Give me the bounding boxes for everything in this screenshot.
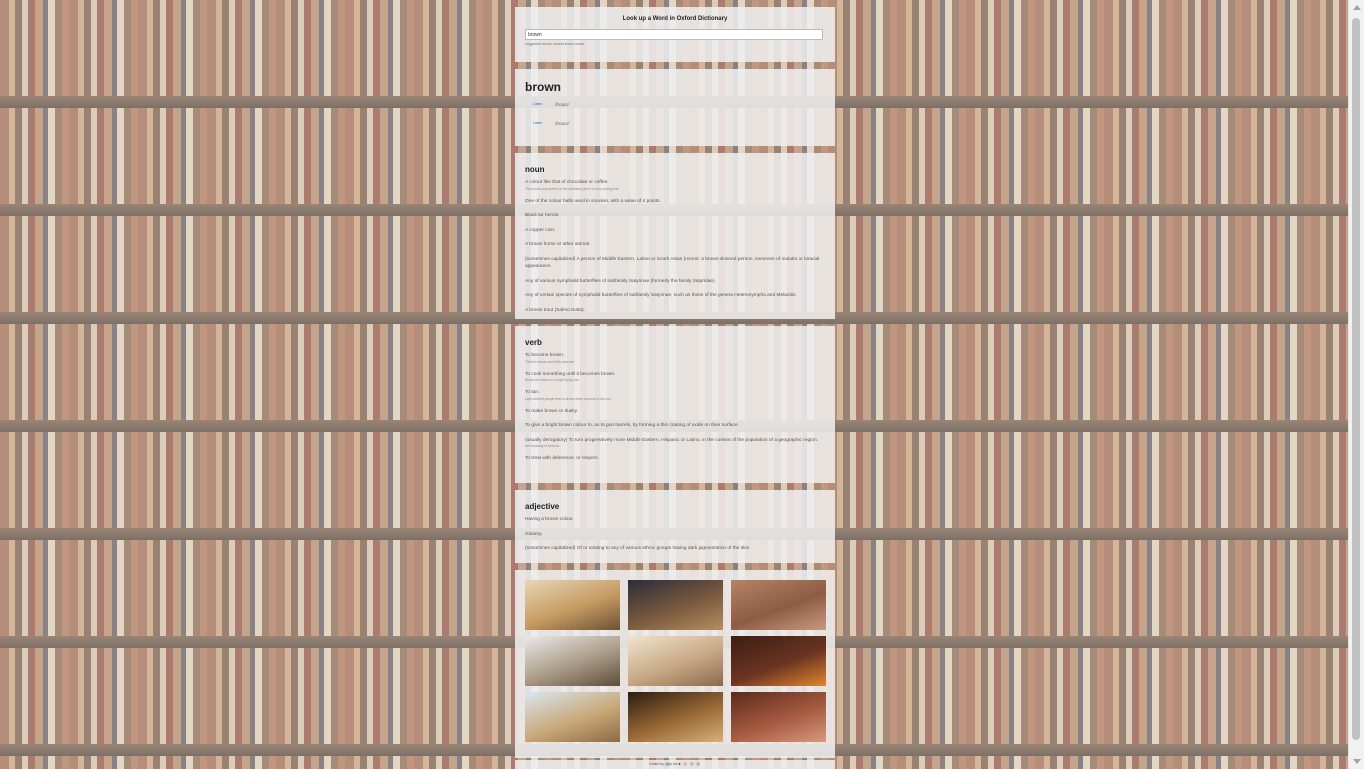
word-card: brown Listen /braʊn/ Listen /braʊn/ xyxy=(515,69,835,146)
definition-text: To tan. xyxy=(525,390,540,395)
social-icons[interactable]: ♣ ⓒ ⓞ ▣ xyxy=(678,762,701,766)
photo-pampas-grass[interactable] xyxy=(525,692,620,742)
dictionary-app: Look up a Word in Oxford Dictionary sugg… xyxy=(515,7,835,769)
definition-item: A brown horse or other animal. xyxy=(525,241,825,249)
definition-example: The browns and greens of the woodland gi… xyxy=(525,186,620,191)
definition-item: (usually derogatory) To turn progressive… xyxy=(525,437,825,449)
photo-dry-grass[interactable] xyxy=(525,636,620,686)
definition-item: A colour like that of chocolate or coffe… xyxy=(525,179,825,191)
phonetic-text: /braʊn/ xyxy=(555,120,570,126)
photo-feather[interactable] xyxy=(628,636,723,686)
search-input[interactable] xyxy=(525,29,823,40)
scrollbar-thumb[interactable] xyxy=(1352,18,1360,740)
definition-text: Black tar heroin. xyxy=(525,213,560,218)
definition-text: To cook something until it becomes brown… xyxy=(525,371,616,377)
pos-title-verb: verb xyxy=(525,338,542,347)
definition-example: the browning of America xyxy=(525,444,560,448)
definition-item: To treat with deference; or respect. xyxy=(525,455,825,463)
definition-item: Any of certain species of nymphalid butt… xyxy=(525,292,825,300)
suggested-words: suggested words: sunset,flower,ocean xyxy=(525,42,585,46)
definition-text: A colour like that of chocolate or coffe… xyxy=(525,180,609,185)
noun-card: noun A colour like that of chocolate or … xyxy=(515,153,835,319)
photo-lantern[interactable] xyxy=(731,636,826,686)
definition-text: (sometimes capitalized) Of or relating t… xyxy=(525,546,751,551)
page-scrollbar[interactable] xyxy=(1348,0,1364,769)
definition-item: To tan. Light skinned people tend to bro… xyxy=(525,389,825,401)
pos-title-adjective: adjective xyxy=(525,502,560,511)
definition-example: Brown the onions in a large frying pan. xyxy=(525,378,580,382)
definition-text: Having a brown colour. xyxy=(525,517,574,522)
definition-item: To become brown. The tree leaves and fru… xyxy=(525,352,825,364)
definition-item: A copper coin. xyxy=(525,227,825,235)
footer: Coded by @jjs cfx ♣ ⓒ ⓞ ▣ xyxy=(515,760,835,769)
definition-text: Any of various nymphalid butterflies of … xyxy=(525,278,716,284)
definition-item: A brown trout (Salmo trutta). xyxy=(525,307,825,315)
scroll-down-arrow-icon[interactable] xyxy=(1353,759,1361,764)
definition-item: To cook something until it becomes brown… xyxy=(525,371,825,383)
definition-item: To give a bright brown colour to, as to … xyxy=(525,422,825,430)
definition-text: (sometimes capitalized) A person of Midd… xyxy=(525,256,820,270)
definition-text: A brown trout (Salmo trutta). xyxy=(525,307,585,313)
photo-wood-texture[interactable] xyxy=(731,580,826,630)
photo-hills-sunset[interactable] xyxy=(525,580,620,630)
word-title: brown xyxy=(525,80,561,94)
definition-item: (sometimes capitalized) Of or relating t… xyxy=(525,545,825,553)
definition-item: To make brown or dusky. xyxy=(525,408,825,416)
definition-text: To make brown or dusky. xyxy=(525,408,578,414)
adjective-card: adjective Having a brown colour. Gloomy.… xyxy=(515,490,835,563)
scroll-up-arrow-icon[interactable] xyxy=(1353,5,1361,10)
definition-text: To become brown. xyxy=(525,353,565,358)
pos-title-noun: noun xyxy=(525,165,545,174)
phonetic-row: Listen /braʊn/ xyxy=(533,100,825,108)
definition-item: Having a brown colour. xyxy=(525,516,825,524)
definition-text: To treat with deference; or respect. xyxy=(525,456,599,461)
definition-example: The tree leaves and fruits browned. xyxy=(525,359,575,364)
definition-item: Black tar heroin. xyxy=(525,212,825,220)
phonetic-row: Listen /braʊn/ xyxy=(533,119,825,127)
phonetic-text: /braʊn/ xyxy=(555,101,570,107)
definition-text: A brown horse or other animal. xyxy=(525,242,591,247)
definition-example: Light skinned people tend to brown when … xyxy=(525,396,612,401)
photo-dark-leaves[interactable] xyxy=(628,580,723,630)
definition-item: Any of various nymphalid butterflies of … xyxy=(525,278,825,286)
definition-text: Any of certain species of nymphalid butt… xyxy=(525,293,797,298)
definition-text: To give a bright brown colour to, as to … xyxy=(525,423,739,428)
definition-text: One of the colour balls used in snooker,… xyxy=(525,198,661,204)
gallery-grid xyxy=(525,580,826,742)
definition-text: Gloomy. xyxy=(525,531,543,537)
photo-silk-fabric[interactable] xyxy=(731,692,826,742)
definition-text: A copper coin. xyxy=(525,227,556,233)
footer-credit: Coded by @jjs cfx xyxy=(649,762,678,766)
definition-text: (usually derogatory) To turn progressive… xyxy=(525,437,818,443)
definition-item: (sometimes capitalized) A person of Midd… xyxy=(525,256,825,271)
definition-item: One of the colour balls used in snooker,… xyxy=(525,198,825,206)
app-title: Look up a Word in Oxford Dictionary xyxy=(622,16,728,22)
definition-item: Gloomy. xyxy=(525,531,825,539)
listen-link[interactable]: Listen xyxy=(533,102,555,106)
photo-old-buildings[interactable] xyxy=(628,692,723,742)
search-card: Look up a Word in Oxford Dictionary sugg… xyxy=(515,7,835,62)
verb-card: verb To become brown. The tree leaves an… xyxy=(515,326,835,483)
image-gallery xyxy=(515,570,835,758)
listen-link[interactable]: Listen xyxy=(533,121,555,125)
